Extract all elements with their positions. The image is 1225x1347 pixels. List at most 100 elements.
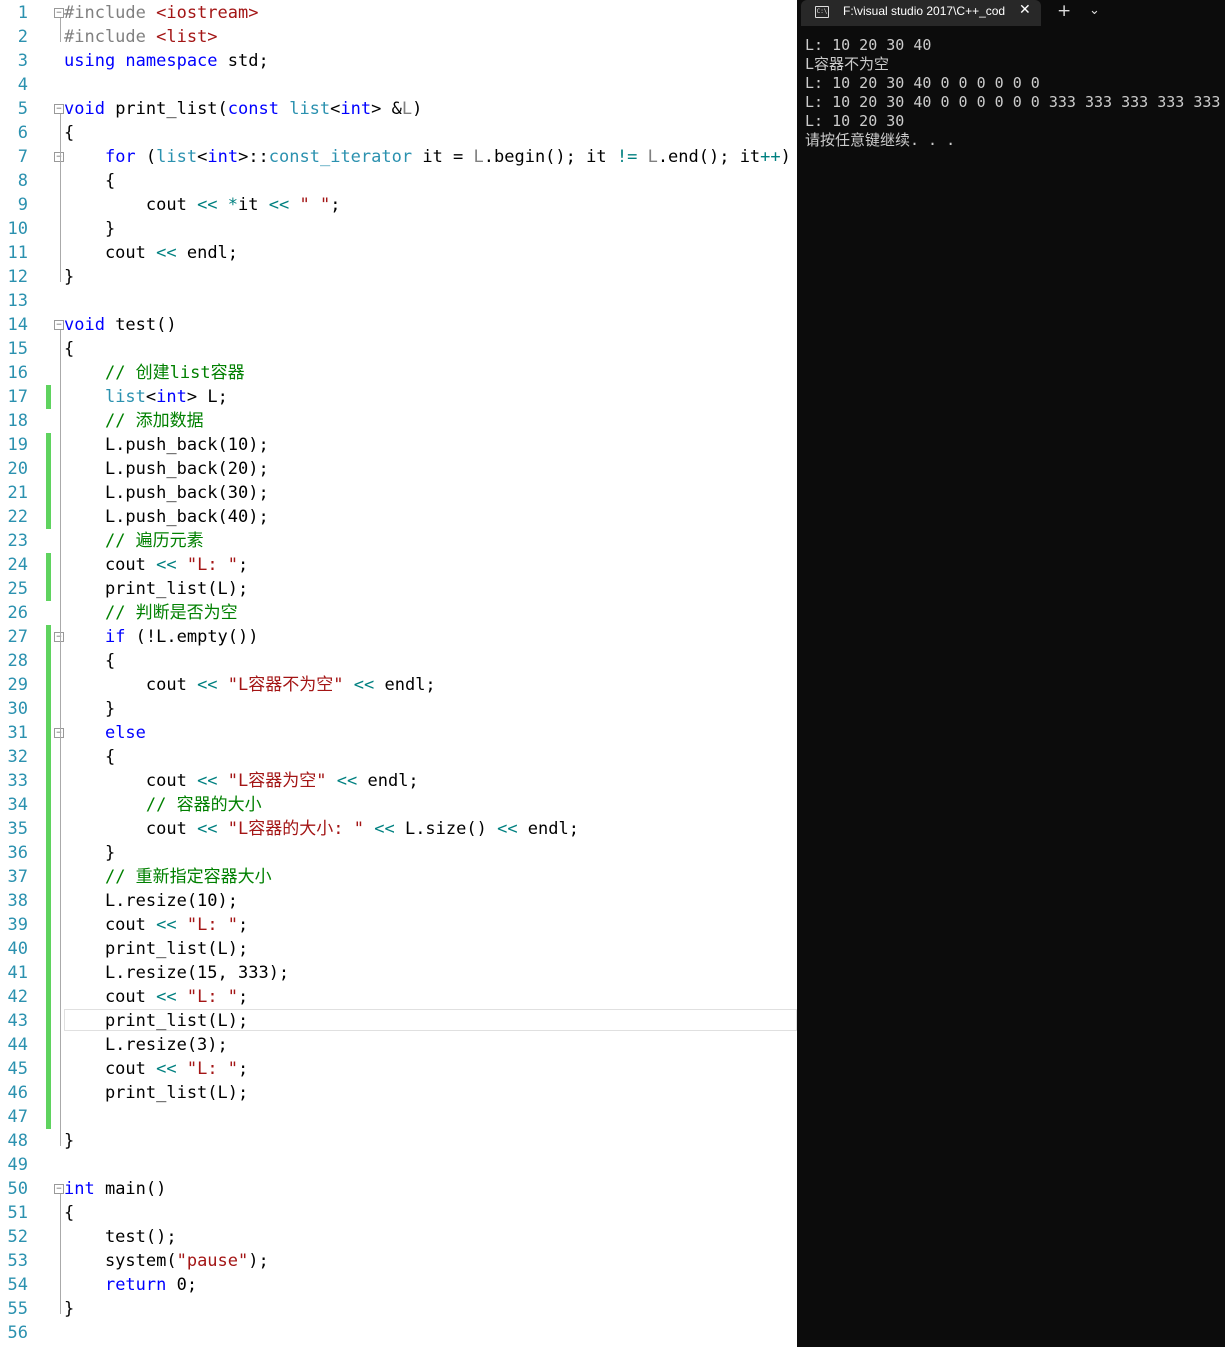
code-text: // 判断是否为空 [104,603,238,623]
code-line[interactable]: 48} [0,1129,797,1153]
code-line[interactable]: 1 − #include <iostream> [0,1,797,25]
code-text: cout << "L: "; [64,915,249,935]
code-line[interactable]: 19 L.push_back(10); [0,433,797,457]
code-line[interactable]: 44 L.resize(3); [0,1033,797,1057]
code-line[interactable]: 10 } [0,217,797,241]
code-line[interactable]: 11 cout << endl; [0,241,797,265]
code-line[interactable]: 54 return 0; [0,1273,797,1297]
code-text: // 创建list容器 [104,363,245,383]
code-line[interactable]: 33 cout << "L容器为空" << endl; [0,769,797,793]
code-line[interactable]: 37 // 重新指定容器大小 [0,865,797,889]
code-line[interactable]: 14 − void test() [0,313,797,337]
new-tab-button[interactable]: + [1057,1,1071,21]
code-line[interactable]: 23 // 遍历元素 [0,529,797,553]
code-text: cout << "L容器的大小: " << L.size() << endl; [64,819,579,839]
change-marker [46,505,51,529]
code-line[interactable]: 9 cout << *it << " "; [0,193,797,217]
line-number: 37 [7,867,28,887]
collapse-icon[interactable]: − [54,1184,64,1194]
terminal-tab[interactable]: C:\ F:\visual studio 2017\C++_cod ✕ [801,0,1041,26]
code-line[interactable]: 21 L.push_back(30); [0,481,797,505]
collapse-icon[interactable]: − [54,728,64,738]
change-marker [46,865,51,889]
code-line[interactable]: 3 using namespace std; [0,49,797,73]
line-number: 23 [7,531,28,551]
code-line[interactable]: 2 #include <list> [0,25,797,49]
code-text: } [64,699,116,719]
code-line[interactable]: 40 print_list(L); [0,937,797,961]
code-text: } [64,1299,75,1319]
line-number: 2 [17,27,28,47]
code-line[interactable]: 31 − else [0,721,797,745]
code-line[interactable]: 5 − void print_list(const list<int> &L) [0,97,797,121]
code-text: cout << "L容器不为空" << endl; [64,675,436,695]
code-line[interactable]: 28 { [0,649,797,673]
code-line[interactable]: 52 test(); [0,1225,797,1249]
code-line[interactable]: 53 system("pause"); [0,1249,797,1273]
code-line[interactable]: 18 // 添加数据 [0,409,797,433]
code-line[interactable]: 38 L.resize(10); [0,889,797,913]
code-editor[interactable]: 1− #include <iostream> 2 #include <list> 3 us… [0,0,797,1347]
code-line[interactable]: 45 cout << "L: "; [0,1057,797,1081]
terminal-window[interactable]: C:\ F:\visual studio 2017\C++_cod ✕ + ⌄ … [797,0,1225,1347]
close-tab-icon[interactable]: ✕ [1019,2,1031,18]
code-line[interactable]: 29 cout << "L容器不为空" << endl; [0,673,797,697]
code-line[interactable]: 7 − for (list<int>::const_iterator it = L… [0,145,797,169]
code-text: } [64,219,116,239]
code-line[interactable]: 56 [0,1321,797,1345]
line-number: 6 [17,123,28,143]
code-line[interactable]: 36 } [0,841,797,865]
code-line[interactable]: 46 print_list(L); [0,1081,797,1105]
code-line[interactable]: 55} [0,1297,797,1321]
code-text: #include <list> [64,27,218,47]
code-line[interactable]: 49 [0,1153,797,1177]
code-text: // 容器的大小 [145,795,262,815]
tab-dropdown-icon[interactable]: ⌄ [1089,3,1100,18]
line-number: 14 [7,315,28,335]
code-line[interactable]: 16 // 创建list容器 [0,361,797,385]
code-line[interactable]: 12} [0,265,797,289]
change-marker [46,913,51,937]
code-line[interactable]: 17 list<int> L; [0,385,797,409]
code-line[interactable]: 41 L.resize(15, 333); [0,961,797,985]
change-marker [46,1057,51,1081]
collapse-icon[interactable]: − [54,104,64,114]
code-line[interactable]: 30 } [0,697,797,721]
code-line[interactable]: 32 { [0,745,797,769]
change-marker [46,769,51,793]
code-text: void print_list(const list<int> &L) [64,99,423,119]
code-text: cout << *it << " "; [64,195,341,215]
code-text: for (list<int>::const_iterator it = L.be… [104,147,791,167]
line-number: 53 [7,1251,28,1271]
code-line[interactable]: 50 − int main() [0,1177,797,1201]
code-line[interactable]: 13 [0,289,797,313]
change-marker [46,889,51,913]
code-text: L.push_back(20); [64,459,269,479]
code-line[interactable]: 20 L.push_back(20); [0,457,797,481]
collapse-icon[interactable]: − [54,152,64,162]
code-line[interactable]: 25 print_list(L); [0,577,797,601]
line-number: 18 [7,411,28,431]
code-line[interactable]: 47 [0,1105,797,1129]
code-text: } [64,267,75,287]
code-line[interactable]: 27 − if (!L.empty()) [0,625,797,649]
code-line[interactable]: 24 cout << "L: "; [0,553,797,577]
code-line[interactable]: 26 // 判断是否为空 [0,601,797,625]
collapse-icon[interactable]: − [54,320,64,330]
collapse-icon[interactable]: − [54,8,64,18]
code-line[interactable]: 51 { [0,1201,797,1225]
code-line[interactable]: 34 // 容器的大小 [0,793,797,817]
code-line[interactable]: 4 [0,73,797,97]
code-line[interactable]: 39 cout << "L: "; [0,913,797,937]
code-line[interactable]: 35 cout << "L容器的大小: " << L.size() << end… [0,817,797,841]
code-line[interactable]: 42 cout << "L: "; [0,985,797,1009]
code-line[interactable]: 22 L.push_back(40); [0,505,797,529]
code-line[interactable]: 6{ [0,121,797,145]
code-line[interactable]: 15 { [0,337,797,361]
collapse-icon[interactable]: − [54,632,64,642]
code-line[interactable]: 43 print_list(L); [0,1009,797,1033]
code-line[interactable]: 8 { [0,169,797,193]
code-text: { [64,171,116,191]
code-text: L.push_back(40); [64,507,269,527]
change-marker [46,577,51,601]
